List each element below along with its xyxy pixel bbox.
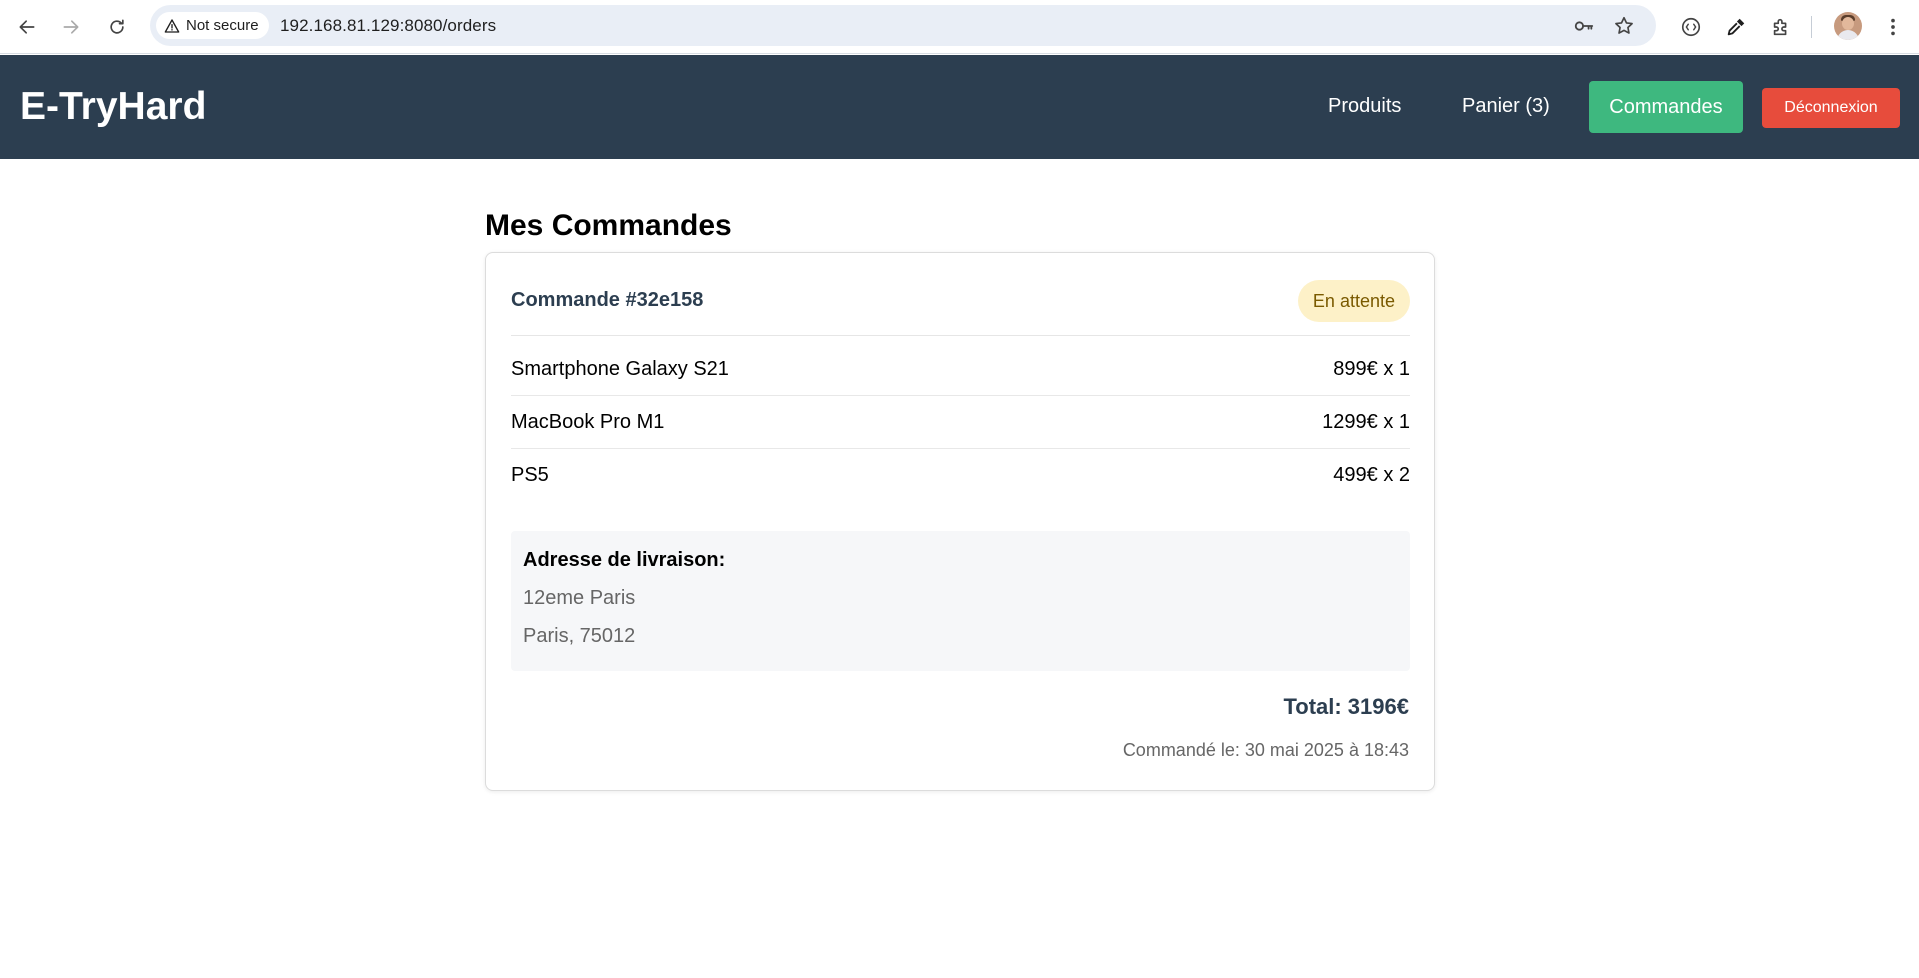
reload-button[interactable] xyxy=(102,12,132,42)
address-line-2: Paris, 75012 xyxy=(523,625,636,647)
avatar-face xyxy=(1842,17,1854,30)
item-price-qty: 899€ x 1 xyxy=(1333,358,1410,380)
security-label: Not secure xyxy=(186,17,259,34)
item-name: PS5 xyxy=(511,464,549,486)
status-badge: En attente xyxy=(1297,280,1410,322)
forward-button[interactable] xyxy=(56,12,86,42)
toolbar-divider xyxy=(1811,16,1812,38)
eyedropper-button[interactable] xyxy=(1722,13,1750,41)
order-header: Commande #32e158 En attente xyxy=(511,277,1410,336)
nav-orders[interactable]: Commandes xyxy=(1589,81,1743,133)
bookmark-button[interactable] xyxy=(1612,14,1636,38)
address-label: Adresse de livraison: xyxy=(523,549,726,571)
order-id: Commande #32e158 xyxy=(511,289,704,311)
address-bar[interactable]: Not secure 192.168.81.129:8080/orders xyxy=(150,5,1656,46)
url-text[interactable]: 192.168.81.129:8080/orders xyxy=(280,16,496,36)
address-line-1: 12eme Paris xyxy=(523,587,636,609)
browser-toolbar: Not secure 192.168.81.129:8080/orders xyxy=(0,0,1919,54)
back-button[interactable] xyxy=(12,12,42,42)
item-name: Smartphone Galaxy S21 xyxy=(511,358,729,380)
order-item: Smartphone Galaxy S21 899€ x 1 xyxy=(511,343,1410,396)
profile-avatar[interactable] xyxy=(1834,12,1862,40)
bookmark-star-icon xyxy=(1615,16,1633,34)
warning-icon xyxy=(164,18,180,33)
browser-menu-button[interactable] xyxy=(1879,13,1907,41)
order-card: Commande #32e158 En attente Smartphone G… xyxy=(485,252,1435,791)
forward-icon xyxy=(63,20,79,34)
item-name: MacBook Pro M1 xyxy=(511,411,665,433)
item-price-qty: 499€ x 2 xyxy=(1333,464,1410,486)
media-router-icon xyxy=(1681,17,1701,37)
page-title: Mes Commandes xyxy=(485,209,732,242)
extensions-icon xyxy=(1773,18,1787,36)
eyedropper-icon xyxy=(1727,18,1745,36)
nav-products[interactable]: Produits xyxy=(1328,95,1401,118)
order-item: PS5 499€ x 2 xyxy=(511,449,1410,502)
password-key-button[interactable] xyxy=(1572,14,1596,38)
order-total: Total: 3196€ xyxy=(1283,694,1409,719)
menu-kebab-icon xyxy=(1891,18,1895,36)
back-icon xyxy=(19,20,35,34)
order-date: Commandé le: 30 mai 2025 à 18:43 xyxy=(1122,740,1409,760)
site-header: E-TryHard Produits Panier (3) Commandes … xyxy=(0,55,1919,159)
password-key-icon xyxy=(1574,21,1594,31)
extensions-button[interactable] xyxy=(1767,13,1795,41)
order-item: MacBook Pro M1 1299€ x 1 xyxy=(511,396,1410,449)
security-chip[interactable]: Not secure xyxy=(156,12,269,39)
media-router-button[interactable] xyxy=(1677,13,1705,41)
avatar-body xyxy=(1837,30,1859,40)
reload-icon xyxy=(110,19,124,34)
nav-cart[interactable]: Panier (3) xyxy=(1462,95,1550,118)
item-price-qty: 1299€ x 1 xyxy=(1322,411,1410,433)
shipping-address: Adresse de livraison: 12eme Paris Paris,… xyxy=(511,531,1410,671)
brand-logo[interactable]: E-TryHard xyxy=(20,85,206,129)
logout-button[interactable]: Déconnexion xyxy=(1762,88,1900,128)
